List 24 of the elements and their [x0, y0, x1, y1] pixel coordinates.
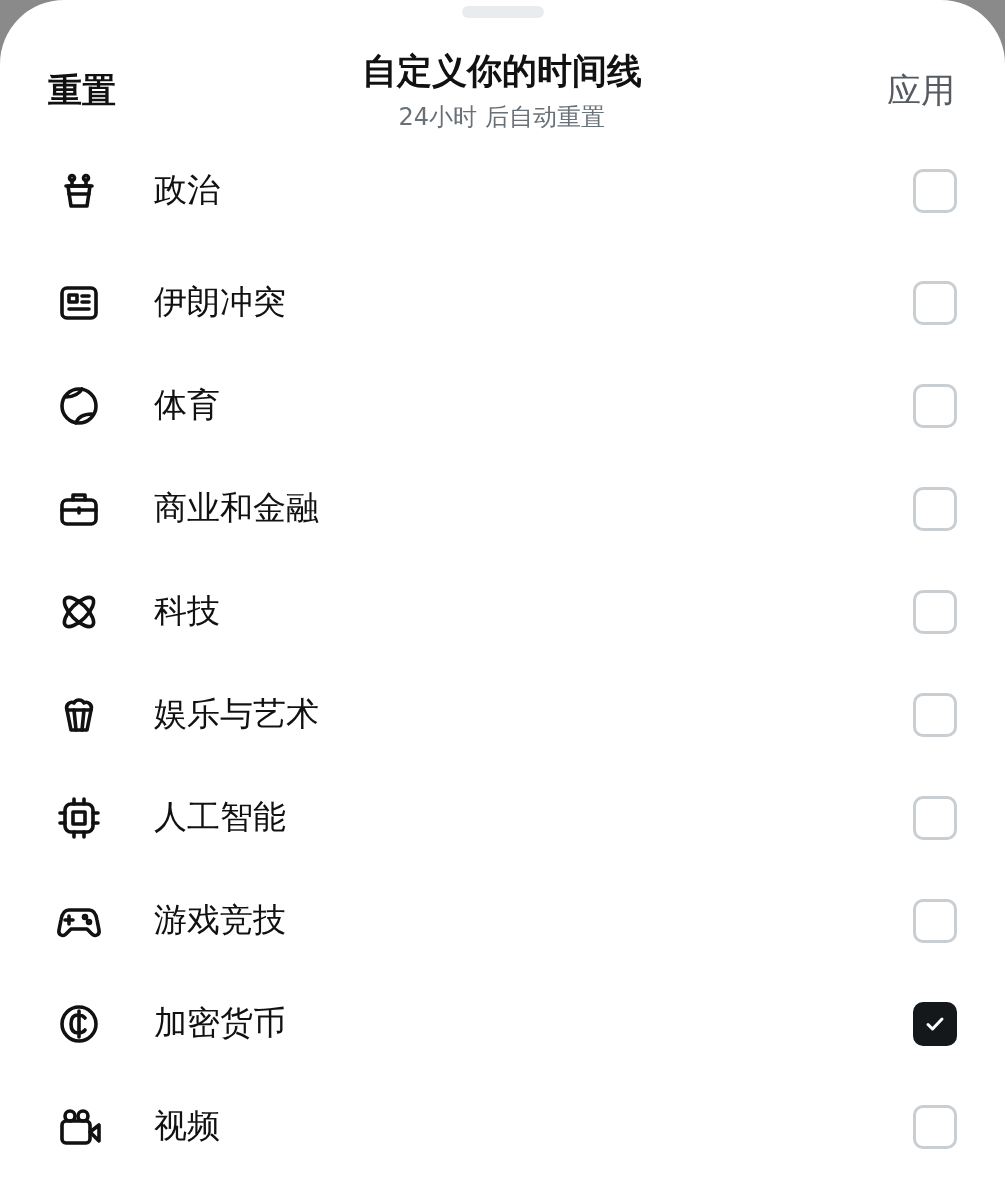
apply-button[interactable]: 应用	[887, 67, 955, 114]
topic-label: 游戏竞技	[154, 899, 287, 941]
topic-label: 政治	[154, 169, 221, 211]
reset-button[interactable]: 重置	[48, 67, 116, 114]
topic-label: 人工智能	[154, 796, 287, 838]
sheet-title: 自定义你的时间线	[361, 50, 642, 93]
checkbox[interactable]	[913, 795, 957, 840]
topic-label: 商业和金融	[154, 487, 320, 529]
topic-label: 加密货币	[154, 1002, 287, 1044]
checkbox[interactable]	[913, 589, 957, 634]
checkbox[interactable]	[913, 898, 957, 943]
checkbox[interactable]	[913, 280, 957, 325]
checkbox[interactable]	[913, 1001, 957, 1046]
checkbox[interactable]	[913, 486, 957, 531]
topic-label: 娱乐与艺术	[154, 693, 320, 735]
checkbox[interactable]	[913, 383, 957, 428]
topic-label: 视频	[154, 1105, 221, 1147]
checkbox[interactable]	[913, 692, 957, 737]
sheet-subtitle: 24小时 后自动重置	[398, 102, 605, 133]
topic-label: 科技	[154, 590, 221, 632]
checkbox[interactable]	[913, 168, 957, 213]
topic-label: 伊朗冲突	[154, 281, 287, 323]
checkbox[interactable]	[913, 1104, 957, 1149]
topic-label: 体育	[154, 384, 221, 426]
